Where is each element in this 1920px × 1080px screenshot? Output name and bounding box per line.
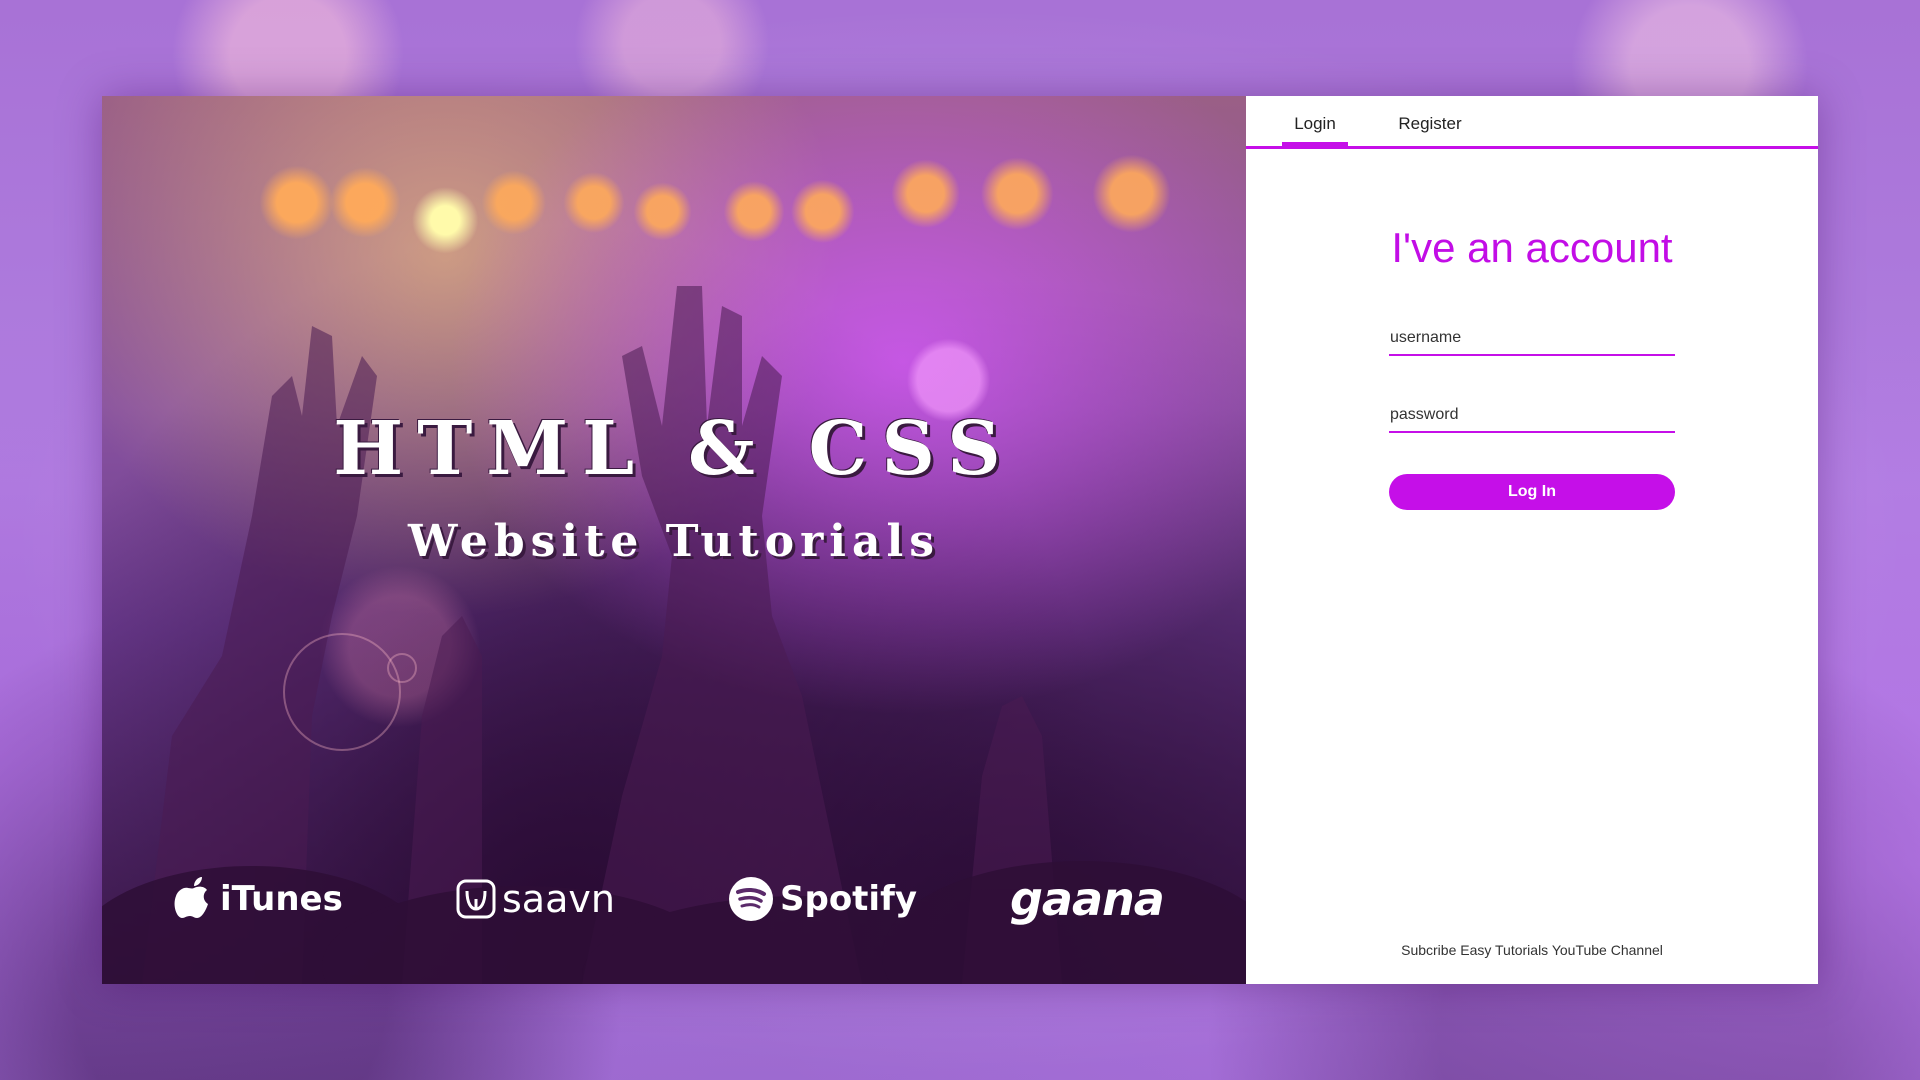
tab-login[interactable]: Login (1282, 96, 1348, 146)
saavn-icon (456, 879, 496, 919)
brand-name: saavn (502, 877, 615, 921)
username-input[interactable] (1389, 322, 1675, 356)
brand-saavn: saavn (456, 864, 615, 934)
footer-text: Subcribe Easy Tutorials YouTube Channel (1401, 942, 1663, 958)
login-button[interactable]: Log In (1389, 474, 1675, 510)
form-heading: I've an account (1391, 224, 1673, 271)
brand-itunes: iTunes (174, 864, 343, 934)
brand-name: Spotify (780, 879, 918, 919)
login-card: HTML & CSS Website Tutorials iTunes saav… (102, 96, 1818, 984)
login-panel: Login Register I've an account Log In Su… (1246, 96, 1818, 984)
password-input[interactable] (1389, 399, 1675, 433)
hero-image-panel: HTML & CSS Website Tutorials iTunes saav… (102, 96, 1246, 984)
brand-gaana: gaana (1010, 864, 1165, 934)
brand-logos: iTunes saavn Spotify gaana (102, 864, 1246, 934)
tab-bar: Login Register (1246, 96, 1818, 149)
brand-name: gaana (1010, 872, 1165, 926)
hero-subtitle: Website Tutorials (408, 516, 940, 567)
brand-spotify: Spotify (728, 864, 917, 934)
hero-title: HTML & CSS (333, 406, 1015, 492)
spotify-icon (729, 877, 773, 921)
brand-name: iTunes (220, 879, 343, 919)
apple-icon (174, 877, 208, 918)
tab-register[interactable]: Register (1390, 96, 1470, 146)
